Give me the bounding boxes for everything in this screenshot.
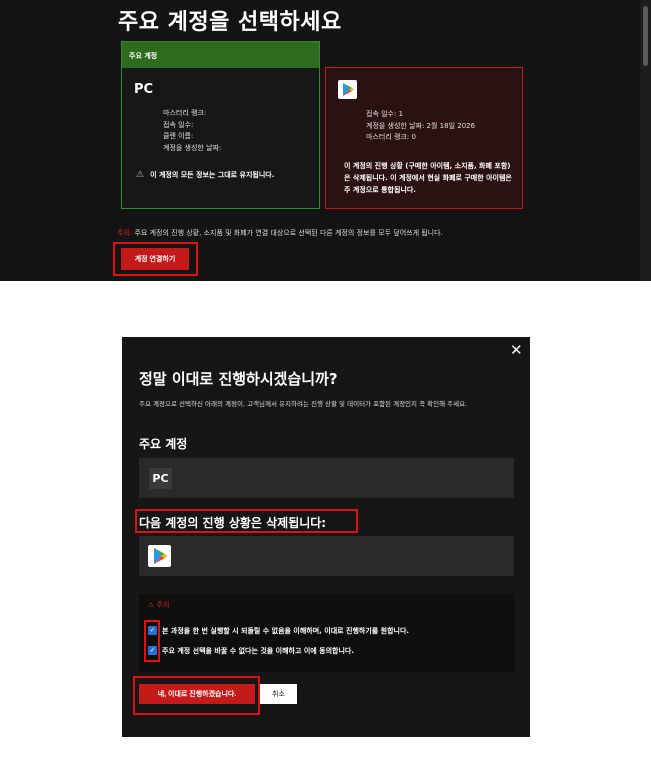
warning-icon: ⚠ — [136, 170, 145, 180]
deleted-account-row — [139, 536, 514, 576]
pc-info-line: 마스터리 랭크: — [163, 109, 207, 117]
notice-text: 주요 계정의 진행 상황, 소지품 및 화폐가 연결 대상으로 선택된 다른 계… — [132, 229, 443, 237]
google-play-account-card[interactable]: 접속 일수: 1 계정을 생성한 날짜: 2월 18일 2026 마스터리 랭크… — [325, 67, 523, 209]
scrollbar-thumb[interactable] — [643, 6, 648, 66]
google-play-icon — [338, 80, 357, 99]
close-icon[interactable]: ✕ — [510, 341, 523, 359]
pc-info-line: 접속 일수: — [163, 120, 194, 129]
google-play-icon — [148, 545, 171, 567]
gp-info-line: 접속 일수: 1 — [366, 110, 404, 118]
gp-account-info: 접속 일수: 1 계정을 생성한 날짜: 2월 18일 2026 마스터리 랭크… — [366, 109, 475, 144]
main-account-heading: 주요 계정 — [139, 437, 188, 451]
delete-account-heading: 다음 계정의 진행 상황은 삭제됩니다: — [139, 516, 327, 530]
main-account-row: PC — [139, 458, 514, 498]
pc-card-header: 주요 계정 — [122, 42, 319, 68]
caution-box: ⚠ 주의 ✓ 본 과정을 한 번 실행할 시 되돌릴 수 없음을 이해하며, 이… — [139, 594, 514, 672]
pc-card-warning: ⚠ 이 계정의 모든 정보는 그대로 유지됩니다. — [136, 170, 274, 180]
confirm-dialog: ✕ 정말 이대로 진행하시겠습니까? 주요 계정으로 선택하신 아래의 계정이,… — [122, 337, 530, 737]
cancel-button[interactable]: 취소 — [260, 684, 297, 704]
overwrite-notice: 주의: 주요 계정의 진행 상황, 소지품 및 화폐가 연결 대상으로 선택된 … — [117, 228, 443, 238]
pc-logo: PC — [134, 82, 154, 97]
caution-title-text: 주의 — [156, 601, 170, 609]
pc-logo: PC — [149, 468, 172, 489]
pc-account-info: 마스터리 랭크: 접속 일수: 클랜 이름: 계정을 생성한 날짜: — [163, 108, 221, 154]
pc-info-line: 클랜 이름: — [163, 132, 194, 140]
gp-card-warning: 이 계정의 진행 상황 (구매한 아이템, 소지품, 화폐 포함) 은 삭제됩니… — [344, 162, 512, 194]
agree-checkbox-no-change[interactable]: ✓ — [148, 646, 157, 655]
dialog-title: 정말 이대로 진행하시겠습니까? — [139, 370, 338, 388]
agree-label-irreversible: 본 과정을 한 번 실행할 시 되돌릴 수 없음을 이해하며, 이대로 진행하기… — [162, 627, 410, 635]
pc-warning-text: 이 계정의 모든 정보는 그대로 유지됩니다. — [150, 171, 275, 179]
dialog-description: 주요 계정으로 선택하신 아래의 계정이, 고객님께서 유지하려는 진행 상황 … — [139, 400, 468, 408]
gp-info-line: 마스터리 랭크: 0 — [366, 133, 416, 141]
caution-title: ⚠ 주의 — [148, 601, 170, 609]
link-account-button[interactable]: 계정 연결하기 — [121, 248, 189, 270]
pc-info-line: 계정을 생성한 날짜: — [163, 143, 222, 152]
notice-label: 주의: — [117, 229, 133, 237]
scrollbar[interactable] — [640, 0, 651, 281]
gp-info-line: 계정을 생성한 날짜: 2월 18일 2026 — [366, 121, 476, 130]
account-select-panel: 주요 계정을 선택하세요 주요 계정 PC 마스터리 랭크: 접속 일수: 클랜… — [0, 0, 651, 281]
agree-checkbox-irreversible[interactable]: ✓ — [148, 626, 157, 635]
page-title: 주요 계정을 선택하세요 — [118, 10, 342, 35]
confirm-proceed-button[interactable]: 네, 이대로 진행하겠습니다. — [139, 684, 255, 704]
agree-label-no-change: 주요 계정 선택을 바꿀 수 없다는 것을 이해하고 이에 동의합니다. — [162, 647, 355, 655]
pc-account-card[interactable]: 주요 계정 PC 마스터리 랭크: 접속 일수: 클랜 이름: 계정을 생성한 … — [121, 41, 320, 209]
